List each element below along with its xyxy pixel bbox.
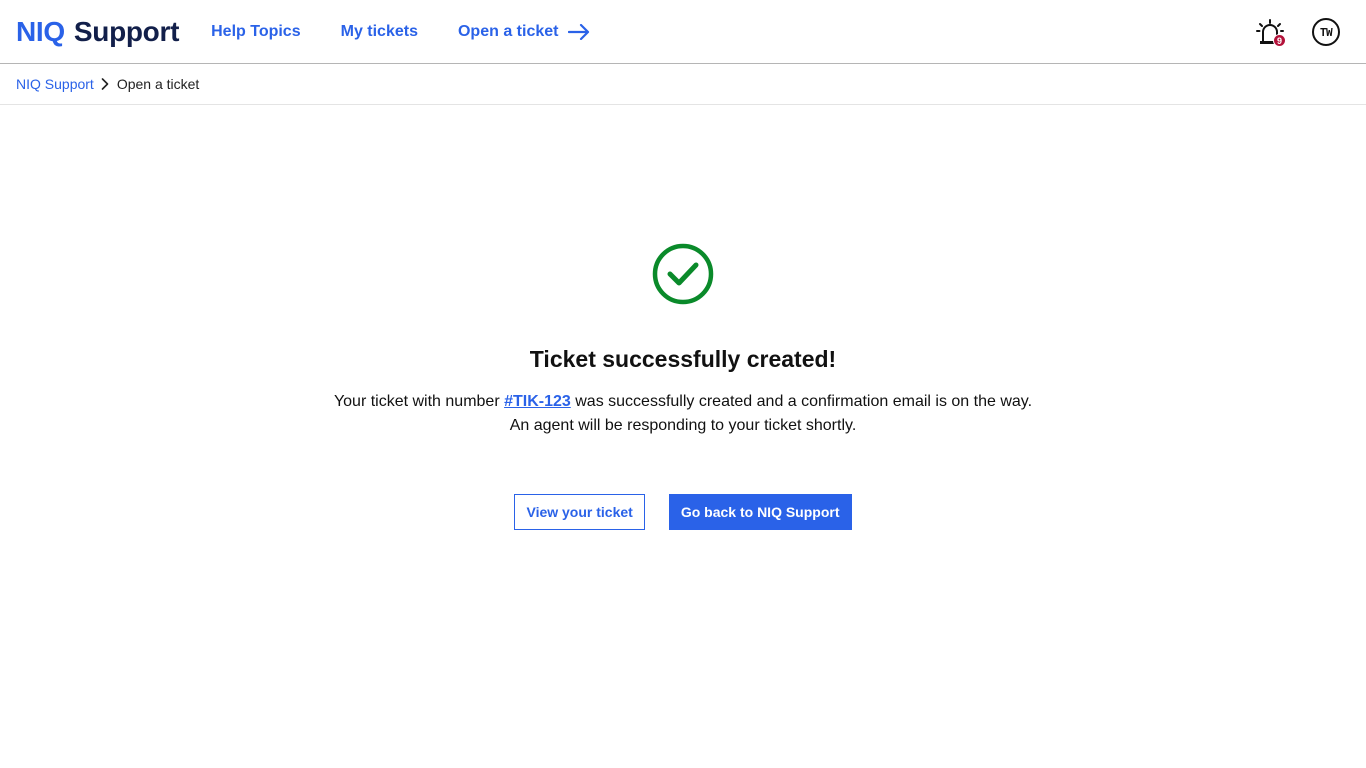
nav-help-topics[interactable]: Help Topics — [211, 23, 301, 41]
nav-open-ticket[interactable]: Open a ticket — [458, 23, 590, 41]
niq-support-logo[interactable]: NIQ Support — [16, 16, 179, 48]
confirmation-panel: Ticket successfully created! Your ticket… — [0, 105, 1366, 530]
logo-product: Support — [73, 15, 180, 47]
breadcrumb-current: Open a ticket — [116, 76, 200, 92]
main-nav: Help Topics My tickets Open a ticket — [211, 23, 630, 41]
notifications-button[interactable]: 9 — [1254, 16, 1286, 48]
breadcrumb: NIQ Support Open a ticket — [0, 64, 1366, 105]
top-header: NIQ Support Help Topics My tickets Open … — [0, 0, 1366, 64]
back-to-support-button[interactable]: Go back to NIQ Support — [668, 494, 852, 530]
nav-open-ticket-label: Open a ticket — [457, 22, 559, 40]
confirmation-actions: View your ticket Go back to NIQ Support — [514, 494, 852, 530]
arrow-right-icon — [568, 23, 590, 40]
message-suffix: was successfully created and a confirmat… — [570, 393, 1033, 410]
user-avatar[interactable]: TW — [1312, 18, 1340, 46]
confirmation-title: Ticket successfully created! — [529, 346, 837, 372]
header-actions: 9 TW — [1254, 0, 1340, 64]
message-line-2: An agent will be responding to your tick… — [509, 417, 857, 434]
logo-brand: NIQ — [16, 15, 65, 47]
message-prefix: Your ticket with number — [333, 393, 505, 410]
ticket-number-link[interactable]: #TIK-123 — [504, 393, 571, 410]
check-circle-icon — [652, 243, 714, 310]
nav-my-tickets[interactable]: My tickets — [341, 23, 418, 41]
confirmation-message: Your ticket with number #TIK-123 was suc… — [334, 390, 1032, 438]
view-ticket-button[interactable]: View your ticket — [514, 494, 645, 530]
notification-count-badge: 9 — [1273, 34, 1286, 47]
chevron-right-icon — [101, 78, 109, 90]
breadcrumb-root-link[interactable]: NIQ Support — [16, 76, 94, 92]
